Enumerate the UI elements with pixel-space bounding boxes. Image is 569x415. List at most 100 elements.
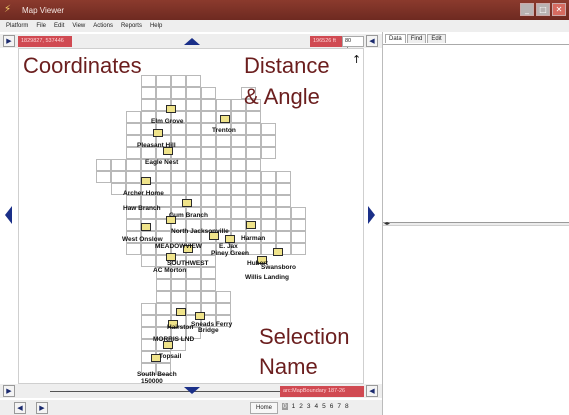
grid-cell [291,219,306,231]
place-label: Elm Grove [151,118,184,125]
quad-marker[interactable] [220,115,230,123]
splitter-handle-icon[interactable]: ◂▸ [384,220,390,227]
grid-cell [201,279,216,291]
grid-cell [231,171,246,183]
place-label: Hairston [167,324,194,331]
grid-cell [186,159,201,171]
grid-cell [171,75,186,87]
grid-cell [186,279,201,291]
place-label: AC Morton [153,267,187,274]
grid-cell [186,135,201,147]
grid-cell [216,303,231,315]
menu-help[interactable]: Help [150,23,162,29]
place-label: Archer Home [123,190,164,197]
grid-cell [216,99,231,111]
previous-page-icon[interactable]: ◀ [14,402,26,414]
page-number[interactable]: 8 [345,403,349,410]
grid-cell [231,135,246,147]
tab-data[interactable]: Data [385,34,406,43]
place-label: Gum Branch [169,212,209,219]
grid-cell [186,291,201,303]
tab-edit[interactable]: Edit [427,34,446,43]
distance-field[interactable]: 196526 ft [310,36,342,47]
page-number[interactable]: 4 [315,403,319,410]
place-label: Piney Green [211,250,249,257]
right-panel: Data Find Edit ◂▸ [382,32,569,415]
pan-left-icon[interactable] [5,206,12,224]
menu-actions[interactable]: Actions [93,23,113,29]
grid-cell [276,195,291,207]
scale-bar [50,388,280,392]
grid-cell [246,135,261,147]
grid-cell [261,171,276,183]
page-number[interactable]: 3 [307,403,311,410]
quad-marker[interactable] [141,223,151,231]
scale-toggle-icon[interactable]: ▶ [3,385,15,397]
grid-cell [216,147,231,159]
pan-right-icon[interactable] [368,206,375,224]
menu-file[interactable]: File [36,23,46,29]
place-label: West Onslow [122,236,163,243]
minimize-icon[interactable]: _ [520,3,534,16]
grid-cell [216,183,231,195]
quad-marker[interactable] [153,129,163,137]
page-number[interactable]: 7 [337,403,341,410]
quad-marker[interactable] [166,105,176,113]
grid-cell [111,159,126,171]
close-icon[interactable]: ✕ [552,3,566,16]
grid-cell [246,183,261,195]
grid-cell [201,99,216,111]
quad-marker[interactable] [273,248,283,256]
place-label: Pleasant Hill [137,142,176,149]
pan-up-icon[interactable] [184,38,200,45]
menu-platform[interactable]: Platform [6,23,28,29]
window-controls: _ □ ✕ [520,3,566,16]
grid-cell [291,207,306,219]
home-tab[interactable]: Home [250,402,279,414]
grid-cell [216,195,231,207]
menu-reports[interactable]: Reports [121,23,142,29]
page-number[interactable]: 1 [292,403,296,410]
coordinates-field[interactable]: 1829827, 537446 [18,36,72,47]
page-number[interactable]: 0 [282,403,288,410]
angle-field[interactable]: 80 deg. [342,36,364,53]
grid-cell [186,123,201,135]
angle-dropdown-icon[interactable]: ◀ [366,35,378,47]
grid-cell [261,135,276,147]
grid-cell [126,159,141,171]
grid-cell [171,87,186,99]
next-page-icon[interactable]: ▶ [36,402,48,414]
pan-down-icon[interactable] [184,387,200,394]
page-number[interactable]: 6 [330,403,334,410]
place-label: North Jacksonville [171,228,229,235]
quad-marker[interactable] [246,221,256,229]
coordinate-toggle-icon[interactable]: ▶ [3,35,15,47]
top-toolbar: ▶ 1829827, 537446 196526 ft 80 deg. ◀ [0,34,382,53]
place-label: Topsail [159,353,182,360]
grid-cell [171,171,186,183]
menu-edit[interactable]: Edit [54,23,64,29]
selection-dropdown-icon[interactable]: ◀ [366,385,378,397]
maximize-icon[interactable]: □ [536,3,550,16]
menu-view[interactable]: View [72,23,85,29]
map-canvas[interactable]: Elm Grove Trenton Pleasant Hill Eagle Ne… [18,48,364,384]
quad-marker[interactable] [141,177,151,185]
quad-marker[interactable] [176,308,186,316]
quad-marker[interactable] [195,312,205,320]
grid-cell [96,171,111,183]
place-label: Swansboro [261,264,297,271]
quad-marker[interactable] [182,199,192,207]
page-number[interactable]: 2 [299,403,303,410]
quad-marker[interactable] [225,235,235,243]
window-title: Map Viewer [22,5,65,15]
grid-cell [246,159,261,171]
panel-splitter[interactable]: ◂▸ [383,220,569,227]
north-arrow-icon: ↑ [352,53,362,66]
selection-name-field[interactable]: arc:MapBoundary 187-26 [280,386,364,397]
grid-cell [186,111,201,123]
tab-find[interactable]: Find [406,34,427,43]
page-number[interactable]: 5 [322,403,326,410]
grid-cell [186,267,201,279]
place-label: MORRIS LND [153,336,195,343]
grid-cell [186,147,201,159]
